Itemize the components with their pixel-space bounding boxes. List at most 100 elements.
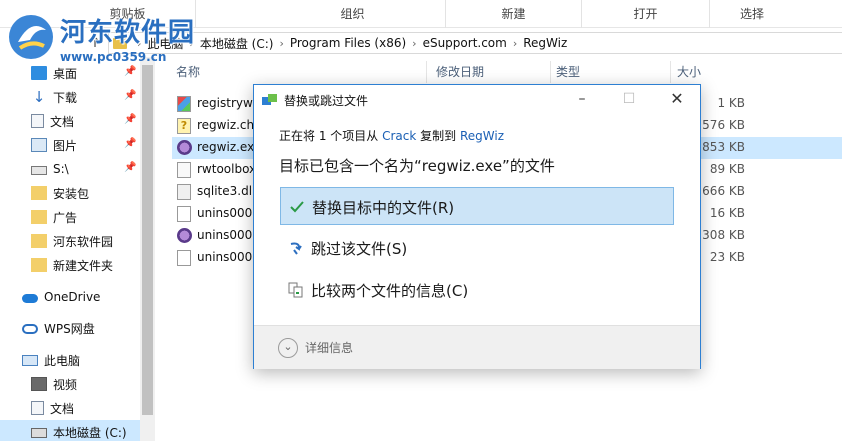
- breadcrumb-program-files[interactable]: Program Files (x86): [290, 36, 406, 50]
- chevron-down-icon[interactable]: ⌄: [278, 338, 298, 358]
- column-header-size[interactable]: 大小: [677, 63, 701, 80]
- ribbon-group-select: 选择: [739, 7, 764, 21]
- file-size: 308 KB: [702, 228, 745, 242]
- file-size: 853 KB: [702, 140, 745, 154]
- generic-file-icon: [177, 206, 191, 222]
- nav-item-s-drive[interactable]: S:\ 📌: [0, 157, 140, 181]
- nav-item-documents[interactable]: 文档 📌: [0, 109, 140, 133]
- nav-item-onedrive[interactable]: OneDrive: [0, 285, 140, 309]
- minimize-button[interactable]: –: [559, 85, 605, 115]
- onedrive-icon: [22, 294, 38, 303]
- download-icon: ↓: [32, 88, 46, 106]
- pin-icon[interactable]: 📌: [124, 66, 136, 78]
- maximize-button[interactable]: ☐: [606, 85, 652, 115]
- breadcrumb-esupport[interactable]: eSupport.com: [423, 36, 507, 50]
- documents-icon: [31, 401, 44, 415]
- nav-item-pictures[interactable]: 图片 📌: [0, 133, 140, 157]
- dll-file-icon: [177, 184, 191, 200]
- skip-arrow-icon: [290, 242, 302, 255]
- close-button[interactable]: ✕: [654, 85, 700, 115]
- nav-item-label: 广告: [53, 210, 78, 225]
- watermark-title: 河东软件园: [60, 18, 196, 48]
- file-size: 23 KB: [709, 250, 745, 264]
- pin-icon[interactable]: 📌: [124, 162, 136, 174]
- navigation-pane: 桌面 📌 ↓ 下载 📌 文档 📌 图片 📌 S:\ 📌 安装包 广告 河东软件园…: [0, 57, 155, 441]
- nav-item-folder-hedong[interactable]: 河东软件园: [0, 229, 140, 253]
- column-divider[interactable]: [550, 61, 551, 83]
- chevron-right-icon[interactable]: ›: [279, 37, 283, 50]
- nav-item-documents-pc[interactable]: 文档: [0, 396, 140, 420]
- file-size: 1 KB: [717, 96, 745, 110]
- ribbon-group-organize: 组织: [260, 0, 446, 28]
- drive-icon: [31, 166, 47, 175]
- generic-file-icon: [177, 162, 191, 178]
- column-header-name[interactable]: 名称: [176, 63, 200, 80]
- nav-item-label: 新建文件夹: [53, 258, 114, 273]
- file-size: 16 KB: [709, 206, 745, 220]
- pin-icon[interactable]: 📌: [124, 90, 136, 102]
- nav-item-label: OneDrive: [44, 290, 101, 304]
- nav-item-label: 图片: [53, 138, 78, 153]
- pin-icon[interactable]: 📌: [124, 138, 136, 150]
- help-file-icon: ?: [177, 118, 191, 134]
- nav-item-local-disk[interactable]: 本地磁盘 (C:): [0, 420, 140, 441]
- file-name: unins000.: [197, 250, 257, 264]
- nav-scrollbar-thumb[interactable]: [142, 65, 153, 415]
- file-name: sqlite3.dll: [197, 184, 256, 198]
- nav-item-label: 河东软件园: [53, 234, 114, 249]
- nav-item-label: 安装包: [53, 186, 90, 201]
- nav-item-label: 文档: [50, 401, 75, 416]
- column-divider[interactable]: [670, 61, 671, 83]
- address-bar[interactable]: › 此电脑 › 本地磁盘 (C:) › Program Files (x86) …: [108, 32, 842, 54]
- documents-icon: [31, 114, 44, 128]
- ribbon-group-open: 打开: [582, 0, 710, 28]
- nav-item-folder-install[interactable]: 安装包: [0, 181, 140, 205]
- dialog-titlebar[interactable]: 替换或跳过文件 – ☐ ✕: [254, 85, 700, 115]
- option-label: 比较两个文件的信息(C): [311, 282, 469, 300]
- column-header-type[interactable]: 类型: [556, 63, 580, 80]
- nav-item-label: 文档: [50, 114, 75, 129]
- nav-scrollbar[interactable]: [140, 57, 155, 441]
- compare-files-option[interactable]: 比较两个文件的信息(C): [280, 271, 674, 309]
- nav-item-downloads[interactable]: ↓ 下载 📌: [0, 85, 140, 109]
- chevron-right-icon[interactable]: ›: [412, 37, 416, 50]
- dialog-title: 替换或跳过文件: [284, 94, 369, 108]
- breadcrumb-regwiz[interactable]: RegWiz: [523, 36, 567, 50]
- dialog-headline: 目标已包含一个名为“regwiz.exe”的文件: [279, 157, 555, 175]
- this-pc-icon: [22, 354, 38, 366]
- replace-or-skip-dialog: 替换或跳过文件 – ☐ ✕ 正在将 1 个项目从 Crack 复制到 RegWi…: [253, 84, 701, 369]
- pictures-icon: [31, 138, 47, 152]
- nav-item-folder-ads[interactable]: 广告: [0, 205, 140, 229]
- pin-icon[interactable]: 📌: [124, 114, 136, 126]
- option-label: 跳过该文件(S): [311, 240, 408, 258]
- file-name: rwtoolbox: [197, 162, 257, 176]
- option-label: 替换目标中的文件(R): [312, 199, 455, 217]
- replace-file-option[interactable]: 替换目标中的文件(R): [280, 187, 674, 225]
- destination-folder-link[interactable]: RegWiz: [460, 129, 504, 143]
- skip-file-option[interactable]: 跳过该文件(S): [280, 229, 674, 267]
- column-header-modified[interactable]: 修改日期: [436, 63, 484, 80]
- source-folder-link[interactable]: Crack: [382, 129, 416, 143]
- nav-item-label: 此电脑: [44, 353, 81, 368]
- nav-item-this-pc[interactable]: 此电脑: [0, 348, 140, 372]
- file-name: unins000.: [197, 206, 257, 220]
- chevron-right-icon[interactable]: ›: [513, 37, 517, 50]
- more-details-label[interactable]: 详细信息: [305, 339, 353, 356]
- nav-item-folder-new[interactable]: 新建文件夹: [0, 253, 140, 277]
- column-divider[interactable]: [426, 61, 427, 83]
- nav-item-label: WPS网盘: [44, 321, 95, 336]
- copy-files-icon: [262, 94, 277, 105]
- nav-item-wps-cloud[interactable]: WPS网盘: [0, 316, 140, 340]
- copy-status-prefix: 正在将 1 个项目从: [279, 129, 379, 143]
- wps-cloud-icon: [22, 324, 38, 334]
- file-name: regwiz.exe: [197, 140, 262, 154]
- nav-item-videos[interactable]: 视频: [0, 372, 140, 396]
- folder-icon: [31, 186, 47, 200]
- breadcrumb-local-disk[interactable]: 本地磁盘 (C:): [200, 35, 274, 52]
- registry-file-icon: [177, 96, 191, 112]
- folder-icon: [31, 210, 47, 224]
- file-size: 666 KB: [702, 184, 745, 198]
- nav-item-desktop[interactable]: 桌面 📌: [0, 61, 140, 85]
- nav-item-label: 视频: [53, 377, 78, 392]
- nav-item-label: S:\: [53, 162, 69, 176]
